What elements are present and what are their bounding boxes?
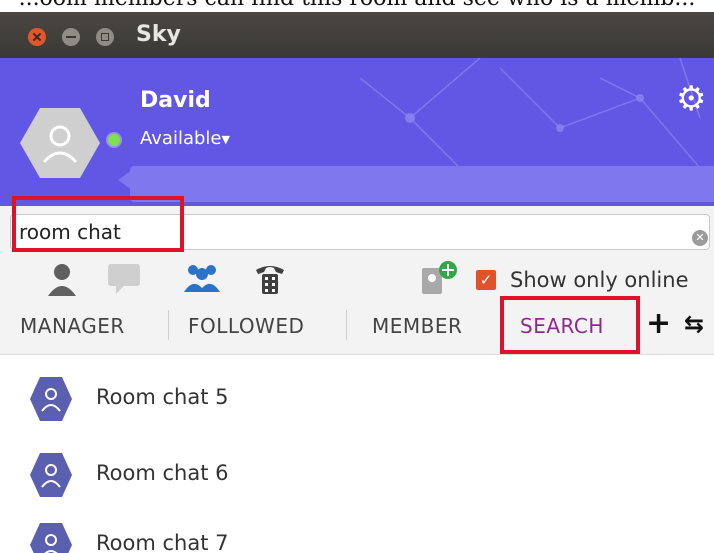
tab-followed[interactable]: FOLLOWED bbox=[188, 314, 304, 338]
room-name: Room chat 5 bbox=[96, 385, 229, 409]
chat-bubble-icon[interactable] bbox=[104, 260, 144, 298]
room-name: Room chat 6 bbox=[96, 461, 229, 485]
chevron-down-icon: ▼ bbox=[221, 133, 230, 146]
group-icon[interactable] bbox=[182, 260, 222, 298]
status-label: Available bbox=[140, 128, 222, 149]
tab-search[interactable]: SEARCH bbox=[520, 314, 604, 338]
room-name: Room chat 7 bbox=[96, 531, 229, 553]
profile-header: David Available▼ ⚙ bbox=[0, 58, 714, 206]
search-bar bbox=[0, 206, 714, 260]
list-item[interactable]: Room chat 6 bbox=[0, 445, 714, 505]
status-dropdown[interactable]: Available▼ bbox=[140, 128, 230, 149]
list-item[interactable]: Room chat 5 bbox=[0, 369, 714, 429]
more-icon[interactable]: ⇆ bbox=[684, 310, 704, 338]
gear-icon[interactable]: ⚙ bbox=[676, 82, 706, 116]
document-caption: ...oom members can find this room and se… bbox=[0, 0, 714, 12]
user-avatar[interactable] bbox=[20, 108, 100, 178]
app-window: Sky David Available▼ ⚙ room chat ✕ ✓ Sho… bbox=[0, 12, 714, 553]
show-only-online-label: Show only online bbox=[510, 268, 689, 292]
maximize-window-button[interactable] bbox=[96, 28, 114, 46]
clear-icon[interactable]: ✕ bbox=[692, 230, 708, 246]
room-avatar bbox=[30, 377, 72, 421]
show-only-online-checkbox[interactable]: ✓ bbox=[476, 270, 496, 290]
close-window-button[interactable] bbox=[28, 28, 46, 46]
status-message-field[interactable] bbox=[130, 166, 714, 202]
person-icon[interactable] bbox=[42, 260, 82, 298]
add-contact-icon[interactable] bbox=[420, 260, 460, 298]
window-title: Sky bbox=[136, 22, 181, 47]
tab-divider bbox=[346, 310, 347, 340]
tab-manager[interactable]: MANAGER bbox=[20, 314, 125, 338]
phone-icon[interactable] bbox=[250, 260, 290, 298]
room-avatar bbox=[30, 523, 72, 553]
plus-icon[interactable]: + bbox=[646, 306, 671, 341]
tab-bar: MANAGER FOLLOWED MEMBER SEARCH + ⇆ bbox=[0, 302, 714, 355]
search-input[interactable] bbox=[10, 214, 710, 250]
user-name: David bbox=[140, 88, 211, 113]
filter-toolbar: ✓ Show only online bbox=[0, 260, 714, 302]
list-item[interactable]: Room chat 7 bbox=[0, 515, 714, 553]
room-avatar bbox=[30, 453, 72, 497]
title-bar: Sky bbox=[0, 12, 714, 58]
online-status-dot bbox=[108, 134, 120, 146]
minimize-window-button[interactable] bbox=[62, 28, 80, 46]
tab-divider bbox=[168, 310, 169, 340]
tab-member[interactable]: MEMBER bbox=[372, 314, 462, 338]
